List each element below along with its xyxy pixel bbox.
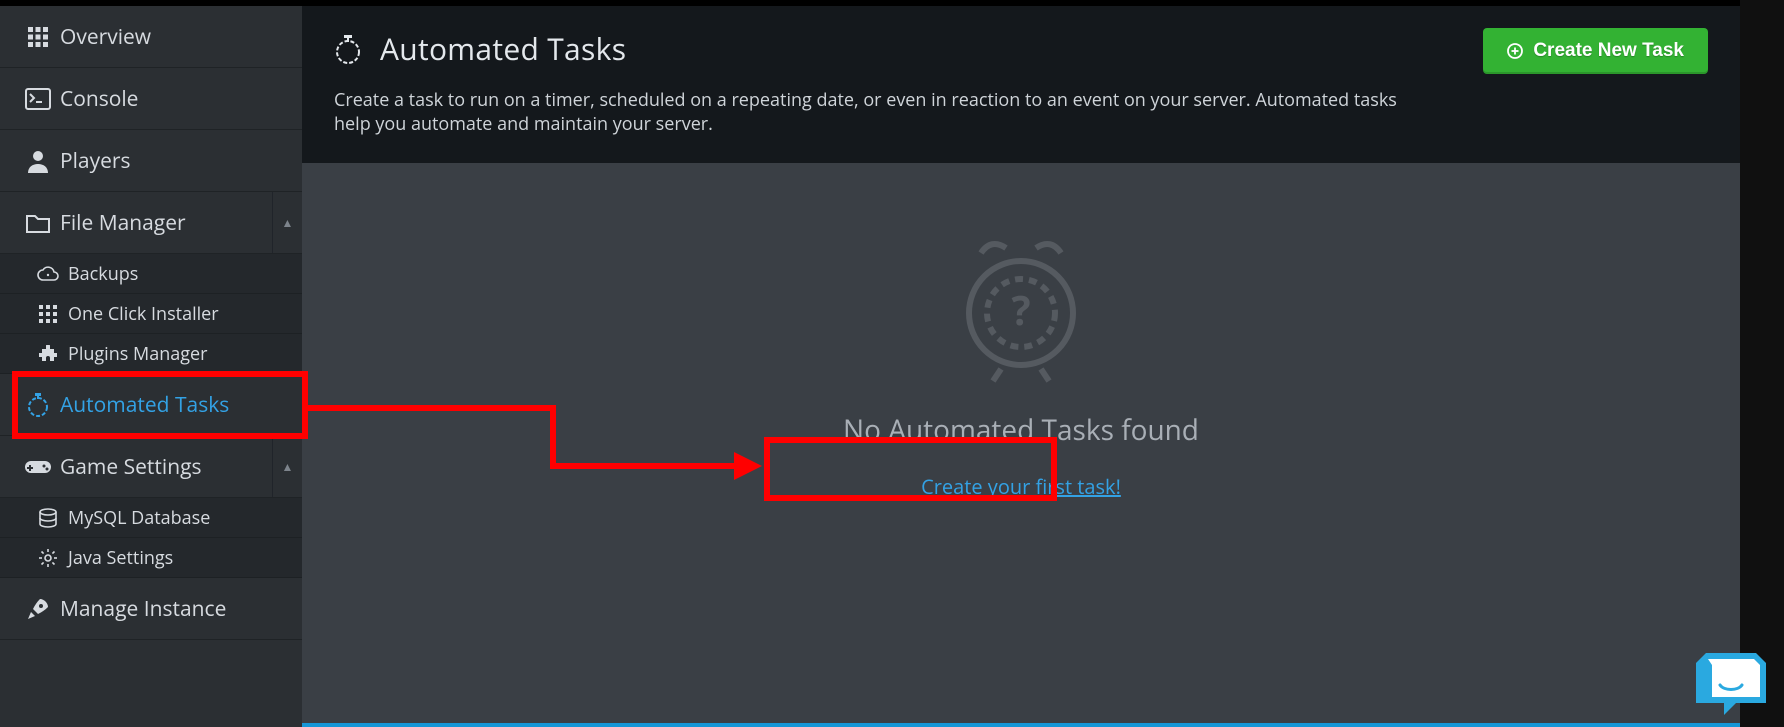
sidebar-item-label: Overview	[60, 23, 151, 51]
sidebar-item-overview[interactable]: Overview	[0, 6, 302, 68]
sidebar-item-file-manager[interactable]: File Manager ▲	[0, 192, 302, 254]
plus-circle-icon	[1507, 43, 1523, 59]
sidebar-item-label: One Click Installer	[68, 302, 219, 326]
sidebar-item-label: Manage Instance	[60, 595, 226, 623]
sidebar: Overview Console Players File Manager ▲	[0, 0, 302, 727]
sidebar-item-label: Java Settings	[68, 546, 173, 570]
sidebar-item-players[interactable]: Players	[0, 130, 302, 192]
main-content: Automated Tasks Create New Task Create a…	[302, 0, 1740, 727]
sidebar-item-console[interactable]: Console	[0, 68, 302, 130]
grid-icon	[16, 25, 60, 49]
page-title: Automated Tasks	[380, 28, 626, 69]
annotation-arrow-head-icon	[734, 452, 762, 480]
empty-title: No Automated Tasks found	[843, 411, 1199, 449]
annotation-arrow-segment	[308, 405, 556, 411]
create-new-task-button[interactable]: Create New Task	[1483, 28, 1708, 74]
chevron-up-icon[interactable]: ▲	[272, 192, 302, 253]
sidebar-item-label: Console	[60, 85, 138, 113]
terminal-icon	[16, 88, 60, 110]
chevron-up-icon[interactable]: ▲	[272, 436, 302, 497]
alarm-question-icon: ?	[951, 223, 1091, 383]
sidebar-sub-mysql-database[interactable]: MySQL Database	[0, 498, 302, 538]
sidebar-item-label: Players	[60, 147, 131, 175]
right-gutter	[1740, 0, 1784, 727]
sidebar-sub-plugins-manager[interactable]: Plugins Manager	[0, 334, 302, 374]
sidebar-item-automated-tasks[interactable]: Automated Tasks	[0, 374, 302, 436]
create-first-task-link[interactable]: Create your first task!	[921, 473, 1121, 500]
sidebar-sub-java-settings[interactable]: Java Settings	[0, 538, 302, 578]
sidebar-item-label: Backups	[68, 262, 138, 286]
sidebar-item-label: Automated Tasks	[60, 391, 229, 419]
cloud-icon	[28, 266, 68, 282]
empty-state: ? No Automated Tasks found Create your f…	[302, 163, 1740, 727]
sidebar-item-label: Game Settings	[60, 453, 202, 481]
create-button-label: Create New Task	[1533, 40, 1684, 62]
sidebar-item-label: Plugins Manager	[68, 342, 208, 366]
gamepad-icon	[16, 458, 60, 476]
sidebar-item-label: File Manager	[60, 209, 186, 237]
page-description: Create a task to run on a timer, schedul…	[334, 88, 1434, 137]
chat-widget-icon[interactable]	[1696, 653, 1766, 715]
stopwatch-icon	[16, 392, 60, 418]
sidebar-item-game-settings[interactable]: Game Settings ▲	[0, 436, 302, 498]
rocket-icon	[16, 597, 60, 621]
bottom-accent-bar	[302, 723, 1740, 727]
page-header: Automated Tasks Create New Task Create a…	[302, 6, 1740, 163]
sidebar-item-label: MySQL Database	[68, 506, 210, 530]
puzzle-icon	[28, 345, 68, 363]
svg-text:?: ?	[1011, 282, 1030, 337]
gear-icon	[28, 549, 68, 567]
grid-small-icon	[28, 305, 68, 323]
sidebar-item-manage-instance[interactable]: Manage Instance	[0, 578, 302, 640]
database-icon	[28, 508, 68, 528]
sidebar-sub-backups[interactable]: Backups	[0, 254, 302, 294]
person-icon	[16, 149, 60, 173]
annotation-arrow-segment	[550, 463, 738, 469]
annotation-arrow-segment	[550, 405, 556, 469]
folder-icon	[16, 212, 60, 234]
stopwatch-icon	[334, 35, 362, 63]
sidebar-sub-one-click-installer[interactable]: One Click Installer	[0, 294, 302, 334]
